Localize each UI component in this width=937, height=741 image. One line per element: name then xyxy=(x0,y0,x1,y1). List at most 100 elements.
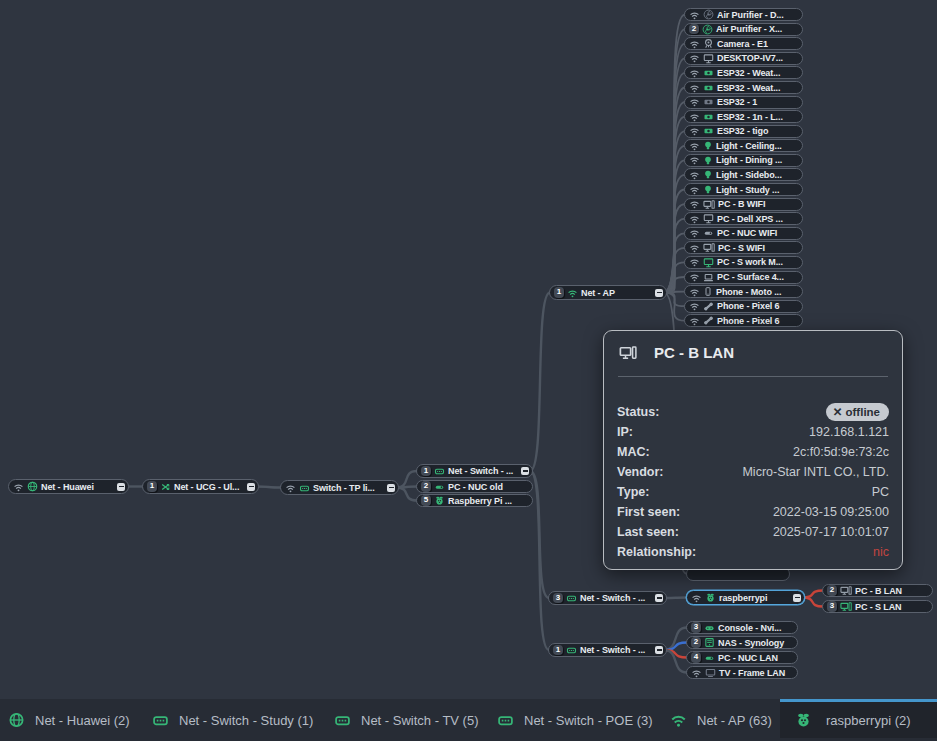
node-nucold[interactable]: 2PC - NUC old xyxy=(416,480,533,493)
collapse-button[interactable] xyxy=(655,289,663,297)
node-tvframe[interactable]: TV - Frame LAN xyxy=(686,666,798,679)
node-raspiold[interactable]: 5Raspberry Pi ... xyxy=(416,494,533,507)
node-r5[interactable]: ESP32 - Weat... xyxy=(684,66,803,79)
collapse-button[interactable] xyxy=(117,483,125,491)
node-r6[interactable]: ESP32 - Weat... xyxy=(684,81,803,94)
node-label: Net - UCG - Ul... xyxy=(174,482,239,492)
switch-icon xyxy=(566,593,577,603)
node-label: Phone - Moto ... xyxy=(716,287,781,297)
nas-icon xyxy=(704,637,715,648)
detail-value: 192.168.1.121 xyxy=(809,425,889,439)
port-badge: 2 xyxy=(827,585,837,596)
node-pcnuc2[interactable]: 4PC - NUC LAN xyxy=(686,651,798,664)
node-r1[interactable]: Air Purifier - D... xyxy=(684,8,803,21)
wifi-icon xyxy=(689,257,700,267)
wifi-icon xyxy=(689,10,700,20)
node-r3[interactable]: Camera - E1 xyxy=(684,37,803,50)
node-sw3[interactable]: 3Net - Switch - ... xyxy=(548,591,667,605)
tab-net-ap-63[interactable]: Net - AP (63) xyxy=(670,699,772,741)
esp32-icon xyxy=(703,68,714,78)
tab-net-switch-poe-3[interactable]: Net - Switch - POE (3) xyxy=(497,699,653,741)
node-r18[interactable]: PC - S work M... xyxy=(684,256,803,269)
tab-label: Net - Switch - Study (1) xyxy=(179,713,313,728)
tab-label: raspberrypi (2) xyxy=(826,713,911,728)
node-label: TV - Frame LAN xyxy=(719,668,785,678)
collapse-button[interactable] xyxy=(387,484,395,492)
switch-icon xyxy=(299,483,310,493)
node-pcblan[interactable]: 2PC - B LAN xyxy=(822,584,933,597)
esp32-icon xyxy=(703,83,714,93)
node-label: Air Purifier - X... xyxy=(716,24,782,34)
node-r21[interactable]: Phone - Pixel 6 xyxy=(684,300,803,313)
node-label: Net - Switch - ... xyxy=(448,466,513,476)
node-rpi[interactable]: raspberrypi xyxy=(686,590,805,605)
collapse-button[interactable] xyxy=(247,483,255,491)
network-topology-app: Net - Huawei1Net - UCG - Ul...Switch - T… xyxy=(0,0,937,741)
node-r20[interactable]: Phone - Moto ... xyxy=(684,285,803,298)
pc-icon xyxy=(703,242,715,253)
tab-label: Net - Switch - TV (5) xyxy=(361,713,479,728)
node-r13[interactable]: Light - Study ... xyxy=(684,183,803,196)
tab-label: Net - Huawei (2) xyxy=(35,713,130,728)
node-label: raspberrypi xyxy=(719,593,767,603)
node-r16[interactable]: PC - NUC WIFI xyxy=(684,227,803,240)
node-r7[interactable]: ESP32 - 1 xyxy=(684,96,803,109)
popup-rows: Status:✕ offlineIP:192.168.1.121MAC:2c:f… xyxy=(604,377,902,562)
node-r19[interactable]: PC - Surface 4... xyxy=(684,271,803,284)
wifi-icon xyxy=(689,112,700,122)
node-label: ESP32 - tigo xyxy=(717,126,768,136)
detail-label: Status: xyxy=(617,405,659,419)
node-r11[interactable]: Light - Dining ... xyxy=(684,154,803,167)
wifi-icon xyxy=(689,272,700,282)
laptop-icon xyxy=(703,272,714,283)
node-r8[interactable]: ESP32 - 1n - L... xyxy=(684,110,803,123)
detail-row: IP:192.168.1.121 xyxy=(617,422,889,442)
node-r9[interactable]: ESP32 - tigo xyxy=(684,125,803,138)
tab-net-switch-tv-5[interactable]: Net - Switch - TV (5) xyxy=(334,699,479,741)
node-label: Air Purifier - D... xyxy=(717,10,784,20)
esp32-icon xyxy=(703,126,714,136)
tab-net-switch-study-1[interactable]: Net - Switch - Study (1) xyxy=(152,699,313,741)
esp32-icon xyxy=(703,97,714,107)
switch-icon xyxy=(497,712,514,728)
collapse-button[interactable] xyxy=(521,467,529,475)
node-r17[interactable]: PC - S WIFI xyxy=(684,241,803,254)
edge-ucg-tp xyxy=(256,487,281,488)
crossover-icon xyxy=(160,482,171,492)
nuc-icon xyxy=(704,653,715,663)
node-label: PC - Surface 4... xyxy=(717,272,784,282)
node-pcslan[interactable]: 3PC - S LAN xyxy=(822,600,933,613)
tab-label: Net - AP (63) xyxy=(697,713,772,728)
node-huawei[interactable]: Net - Huawei xyxy=(8,479,129,494)
node-r10[interactable]: Light - Ceiling... xyxy=(684,139,803,152)
port-badge: 1 xyxy=(553,645,563,656)
node-r22[interactable]: Phone - Pixel 6 xyxy=(684,314,803,327)
node-r2[interactable]: 2 Air Purifier - X... xyxy=(684,23,803,36)
node-label: Light - Sidebo... xyxy=(716,170,782,180)
nuc-icon xyxy=(703,228,714,238)
wifi-icon xyxy=(689,53,700,63)
node-r4[interactable]: DESKTOP-IV7... xyxy=(684,52,803,65)
node-sw1[interactable]: 1Net - Switch - ... xyxy=(416,464,533,478)
wifi-icon xyxy=(689,287,700,297)
detail-row: Last seen:2025-07-17 10:01:07 xyxy=(617,522,889,542)
node-netap[interactable]: 1Net - AP xyxy=(549,285,667,300)
node-tp[interactable]: Switch - TP li... xyxy=(280,480,399,495)
tab-raspberrypi-2[interactable]: raspberrypi (2) xyxy=(780,699,937,738)
port-badge: 2 xyxy=(689,24,699,35)
detail-row: Status:✕ offline xyxy=(617,402,889,422)
collapse-button[interactable] xyxy=(793,594,801,602)
collapse-button[interactable] xyxy=(655,646,663,654)
port-badge: 5 xyxy=(421,495,431,506)
tab-net-huawei-2[interactable]: Net - Huawei (2) xyxy=(8,699,130,741)
node-r14[interactable]: PC - B WIFI xyxy=(684,198,803,211)
node-nas[interactable]: 2NAS - Synology xyxy=(686,636,798,649)
collapse-button[interactable] xyxy=(655,594,663,602)
node-ucg[interactable]: 1Net - UCG - Ul... xyxy=(142,479,259,494)
access-point-icon xyxy=(567,288,578,298)
node-sw4[interactable]: 1Net - Switch - ... xyxy=(548,643,667,657)
node-console[interactable]: 3Console - Nvi... xyxy=(686,621,798,634)
node-r12[interactable]: Light - Sidebo... xyxy=(684,168,803,181)
node-label: Phone - Pixel 6 xyxy=(717,316,780,326)
node-r15[interactable]: PC - Dell XPS ... xyxy=(684,212,803,225)
